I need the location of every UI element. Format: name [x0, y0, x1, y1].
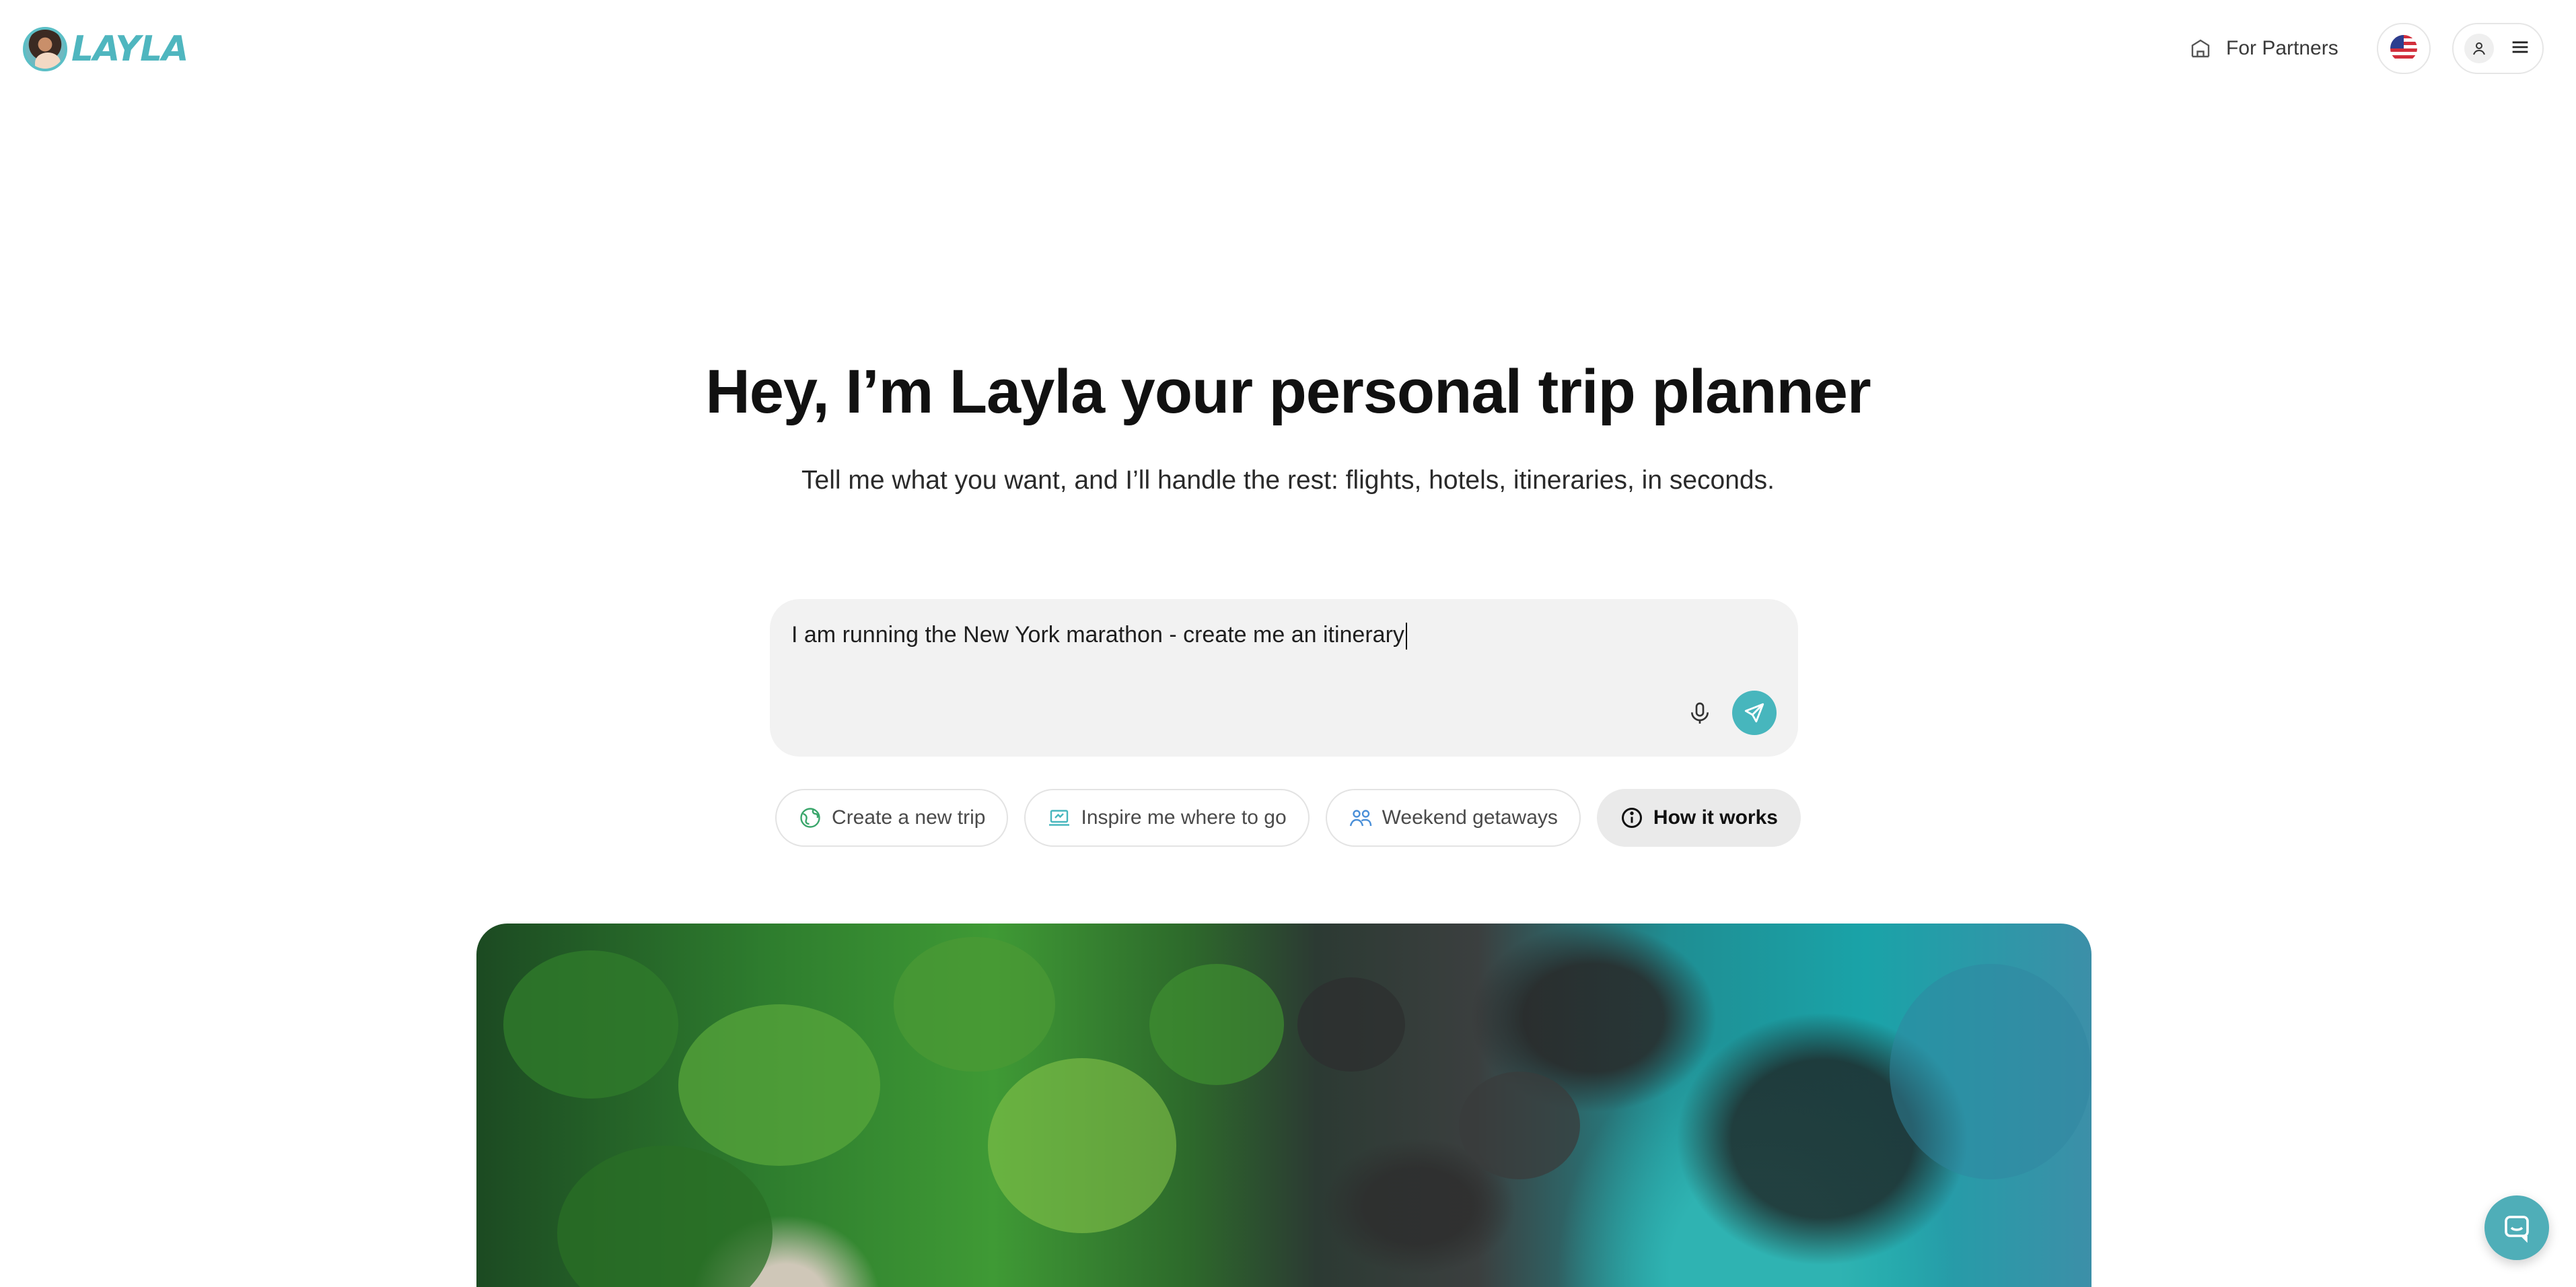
layla-logo[interactable]: LAYLA — [23, 26, 188, 73]
language-selector-button[interactable] — [2377, 23, 2431, 74]
chip-weekend-getaways[interactable]: Weekend getaways — [1325, 789, 1581, 847]
building-icon — [2191, 39, 2210, 58]
brand-wordmark: LAYLA — [71, 29, 188, 69]
for-partners-link[interactable]: For Partners — [2188, 31, 2338, 66]
layla-avatar — [23, 27, 67, 71]
laptop-icon — [1049, 810, 1070, 826]
text-caret — [1405, 623, 1407, 650]
microphone-button[interactable] — [1681, 695, 1719, 732]
top-header: LAYLA For Partners — [0, 0, 2576, 97]
us-flag-icon — [2390, 35, 2417, 62]
chip-create-new-trip[interactable]: Create a new trip — [775, 789, 1009, 847]
user-icon — [2464, 34, 2494, 63]
chip-label: Inspire me where to go — [1081, 806, 1287, 829]
chip-label: Create a new trip — [832, 806, 986, 829]
info-icon — [1621, 808, 1642, 828]
hero-landscape-image — [476, 924, 2091, 1287]
chat-support-button[interactable] — [2484, 1195, 2549, 1260]
send-icon — [1744, 703, 1764, 723]
people-icon — [1349, 810, 1371, 827]
microphone-icon — [1691, 702, 1709, 724]
send-button[interactable] — [1732, 691, 1777, 735]
globe-icon — [800, 808, 820, 828]
chip-how-it-works[interactable]: How it works — [1596, 789, 1801, 847]
for-partners-label: For Partners — [2226, 37, 2338, 59]
chip-label: Weekend getaways — [1382, 806, 1558, 829]
account-menu-button[interactable] — [2452, 23, 2544, 74]
trip-prompt-value: I am running the New York marathon - cre… — [791, 622, 1404, 648]
quick-action-chips: Create a new trip Inspire me where to go… — [0, 789, 2576, 847]
trip-prompt-input[interactable]: I am running the New York marathon - cre… — [791, 622, 1407, 650]
hero-title: Hey, I’m Layla your personal trip planne… — [705, 357, 1871, 426]
hamburger-menu-icon — [2509, 36, 2532, 62]
chat-bubble-icon — [2505, 1216, 2529, 1243]
trip-prompt-box[interactable]: I am running the New York marathon - cre… — [770, 599, 1798, 757]
hero-subtitle: Tell me what you want, and I’ll handle t… — [801, 466, 1775, 495]
chip-label: How it works — [1653, 806, 1778, 829]
chip-inspire-me[interactable]: Inspire me where to go — [1024, 789, 1310, 847]
